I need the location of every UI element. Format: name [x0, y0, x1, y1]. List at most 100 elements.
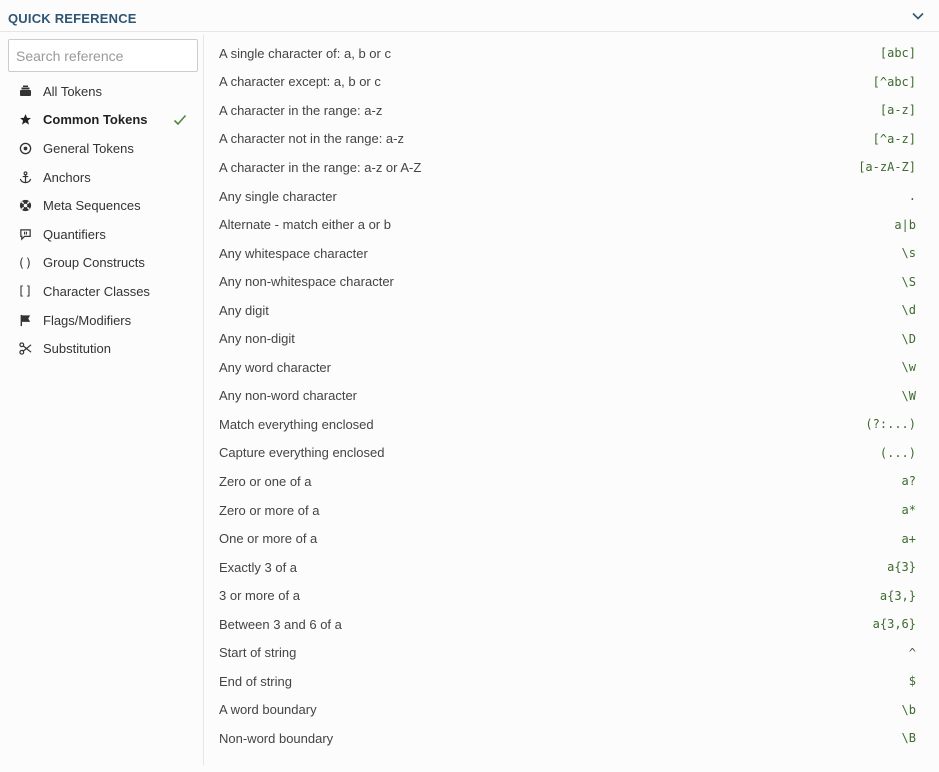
target-icon	[17, 141, 33, 155]
scissors-icon	[17, 342, 33, 356]
token-row[interactable]: Capture everything enclosed (...)	[219, 439, 919, 468]
token-syntax: \S	[901, 274, 916, 289]
token-syntax: \s	[901, 246, 916, 261]
token-row[interactable]: Any non-digit \D	[219, 324, 919, 353]
token-description: Any non-word character	[219, 388, 358, 404]
token-description: A character in the range: a-z or A-Z	[219, 159, 422, 175]
sidebar-item-label: Anchors	[43, 169, 91, 185]
token-row[interactable]: A single character of: a, b or c [abc]	[219, 39, 919, 68]
token-row[interactable]: A character in the range: a-z [a-z]	[219, 96, 919, 125]
token-syntax: \W	[901, 388, 916, 403]
token-description: Any whitespace character	[219, 245, 368, 261]
token-syntax: a{3,6}	[872, 617, 916, 632]
search-input[interactable]	[8, 39, 198, 72]
sidebar-item-label: Flags/Modifiers	[43, 312, 132, 328]
token-description: Exactly 3 of a	[219, 559, 298, 575]
token-syntax: (?:...)	[865, 417, 916, 432]
token-syntax: a?	[901, 474, 916, 489]
sidebar-item-label: General Tokens	[43, 140, 134, 156]
token-syntax: a+	[901, 531, 916, 546]
token-row[interactable]: Start of string ^	[219, 638, 919, 667]
checkmark-icon	[173, 114, 187, 126]
token-row[interactable]: A character not in the range: a-z [^a-z]	[219, 125, 919, 154]
token-row[interactable]: Alternate - match either a or b a|b	[219, 210, 919, 239]
token-row[interactable]: Any single character.	[219, 182, 919, 211]
token-syntax: [a-zA-Z]	[858, 160, 916, 175]
token-reference-list: A single character of: a, b or c [abc] A c…	[219, 39, 919, 753]
token-description: Start of string	[219, 645, 297, 661]
token-row[interactable]: A character except: a, b or c [^abc]	[219, 68, 919, 97]
sidebar-item-label: Substitution	[43, 341, 111, 357]
token-description: 3 or more of a	[219, 588, 300, 604]
sidebar-item-character-classes[interactable]: [] Character Classes	[0, 277, 200, 306]
panel-divider	[203, 35, 204, 765]
token-syntax: [abc]	[879, 46, 916, 61]
parentheses-icon: ()	[17, 255, 33, 270]
sidebar-item-label: Meta Sequences	[43, 198, 141, 214]
sidebar-item-quantifiers[interactable]: Quantifiers	[0, 220, 200, 249]
token-row[interactable]: Between 3 and 6 of a a{3,6}	[219, 610, 919, 639]
panel-title: QUICK REFERENCE	[8, 11, 137, 26]
token-row[interactable]: Zero or one of a a?	[219, 467, 919, 496]
sidebar-item-meta-sequences[interactable]: Meta Sequences	[0, 191, 200, 220]
token-description: Any word character	[219, 359, 331, 375]
token-description: A character in the range: a-z	[219, 102, 383, 118]
life-ring-icon	[17, 199, 33, 213]
token-row[interactable]: A character in the range: a-z or A-Z [a-z…	[219, 153, 919, 182]
token-syntax: a|b	[894, 217, 916, 232]
token-description: Non-word boundary	[219, 730, 334, 746]
sidebar-item-flags-modifiers[interactable]: Flags/Modifiers	[0, 306, 200, 335]
token-description: Capture everything enclosed	[219, 445, 385, 461]
sidebar-item-all-tokens[interactable]: All Tokens	[0, 77, 200, 106]
token-row[interactable]: Any non-word character \W	[219, 382, 919, 411]
token-description: A character not in the range: a-z	[219, 131, 404, 147]
token-syntax: [a-z]	[879, 103, 916, 118]
token-row[interactable]: One or more of a a+	[219, 524, 919, 553]
token-syntax: a*	[901, 503, 916, 518]
speech-bubble-icon	[17, 227, 33, 241]
quick-reference-header[interactable]: QUICK REFERENCE	[0, 0, 939, 32]
category-sidebar: All Tokens Common Tokens General Tokens …	[0, 77, 200, 363]
token-syntax: $	[908, 674, 916, 689]
token-description: Zero or one of a	[219, 473, 312, 489]
token-description: Any single character	[219, 188, 337, 204]
token-syntax: [^a-z]	[872, 131, 916, 146]
sidebar-item-substitution[interactable]: Substitution	[0, 334, 200, 363]
token-syntax: .	[908, 189, 916, 203]
sidebar-item-anchors[interactable]: Anchors	[0, 163, 200, 192]
anchor-icon	[17, 170, 33, 184]
token-row[interactable]: End of string $	[219, 667, 919, 696]
sidebar-item-label: Character Classes	[43, 283, 150, 299]
token-syntax: \d	[901, 303, 916, 318]
token-row[interactable]: 3 or more of a a{3,}	[219, 581, 919, 610]
sidebar-item-general-tokens[interactable]: General Tokens	[0, 134, 200, 163]
token-syntax: (...)	[879, 445, 916, 460]
token-row[interactable]: Any non-whitespace character \S	[219, 267, 919, 296]
flag-icon	[17, 313, 33, 327]
token-row[interactable]: Any whitespace character \s	[219, 239, 919, 268]
token-description: A single character of: a, b or c	[219, 45, 391, 61]
token-description: A character except: a, b or c	[219, 74, 381, 90]
token-row[interactable]: Exactly 3 of a a{3}	[219, 553, 919, 582]
token-row[interactable]: Non-word boundary \B	[219, 724, 919, 753]
sidebar-item-label: Quantifiers	[43, 226, 106, 242]
sidebar-item-group-constructs[interactable]: () Group Constructs	[0, 249, 200, 278]
brackets-icon: []	[17, 284, 33, 299]
sidebar-item-common-tokens[interactable]: Common Tokens	[0, 106, 200, 135]
token-description: Zero or more of a	[219, 502, 320, 518]
token-row[interactable]: A word boundary \b	[219, 696, 919, 725]
token-description: Any non-whitespace character	[219, 274, 394, 290]
token-row[interactable]: Any digit \d	[219, 296, 919, 325]
token-syntax: ^	[908, 645, 916, 660]
star-icon	[17, 113, 33, 127]
token-row[interactable]: Any word character \w	[219, 353, 919, 382]
token-syntax: a{3}	[887, 560, 916, 575]
token-description: Between 3 and 6 of a	[219, 616, 342, 632]
token-description: One or more of a	[219, 531, 318, 547]
token-row[interactable]: Match everything enclosed (?:...)	[219, 410, 919, 439]
chevron-down-icon[interactable]	[911, 9, 925, 23]
token-syntax: a{3,}	[879, 588, 916, 603]
token-description: Any digit	[219, 302, 269, 318]
token-row[interactable]: Zero or more of a a*	[219, 496, 919, 525]
sidebar-item-label: Group Constructs	[43, 255, 145, 271]
